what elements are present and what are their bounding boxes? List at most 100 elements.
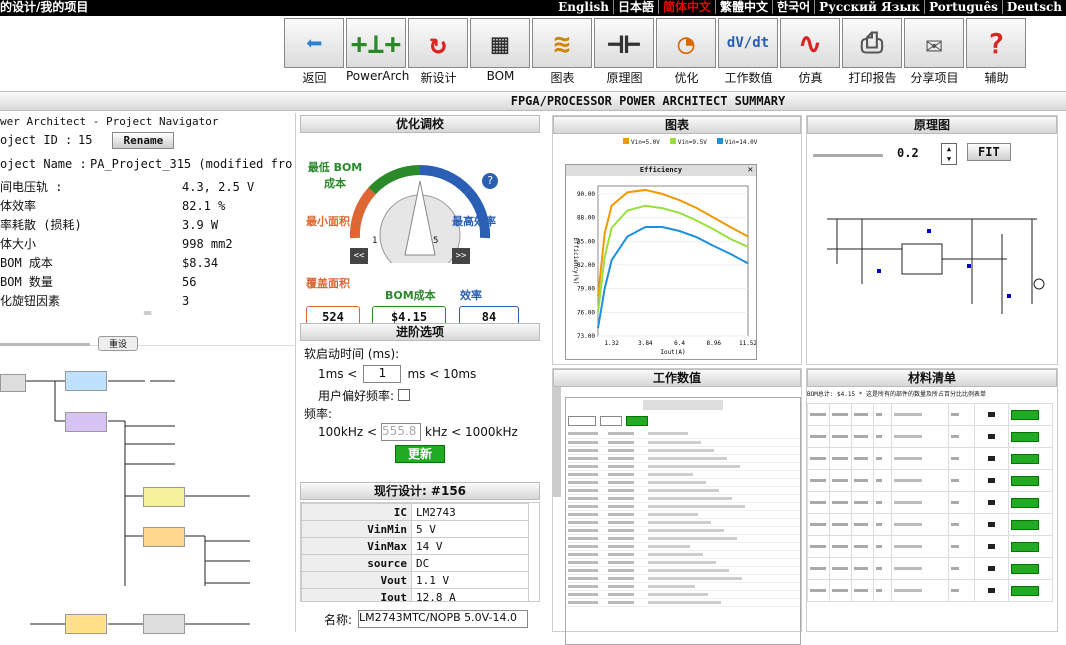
bom-select-button[interactable] xyxy=(1011,586,1040,596)
update-button[interactable]: 更新 xyxy=(394,445,445,463)
operating-values-table xyxy=(566,430,800,607)
toolbar-button-schematic[interactable]: ⊣⊢ 原理图 xyxy=(594,18,655,86)
soft-start-min: 1ms < xyxy=(318,367,358,381)
legend-swatch xyxy=(716,138,723,144)
schematic-diagram[interactable] xyxy=(807,174,1057,354)
optimize-knob-icon[interactable]: ◔ xyxy=(656,18,716,68)
table-row xyxy=(566,446,800,455)
language-option[interactable]: Deutsch xyxy=(1001,0,1066,14)
bom-icon[interactable]: ▦ xyxy=(470,18,530,68)
stat-value: 3 xyxy=(182,293,190,308)
freq-label: 频率: xyxy=(304,407,333,421)
advanced-header: 进阶选项 xyxy=(300,323,540,341)
language-menu: English 日本語 简体中文 繁體中文 한국어 Русский Язык Portugu… xyxy=(554,0,1066,14)
refresh-icon[interactable]: ↻ xyxy=(408,18,468,68)
toolbar-button-optimize-knob[interactable]: ◔ 优化 xyxy=(656,18,717,86)
bom-select-button[interactable] xyxy=(1011,410,1040,420)
bom-select-button[interactable] xyxy=(1011,520,1040,530)
toolbar-button-bom[interactable]: ▦ BOM xyxy=(470,18,531,86)
schematic-zoom-stepper[interactable]: ▲ ▼ xyxy=(941,143,957,165)
table-row: VinMin 5 V xyxy=(301,520,529,538)
language-option[interactable]: 日本語 xyxy=(613,0,658,14)
toolbar-button-share-mail[interactable]: ✉ 分享项目 xyxy=(904,18,965,86)
sine-wave-icon[interactable]: ∿ xyxy=(780,18,840,68)
bom-select-button[interactable] xyxy=(1011,454,1040,464)
bom-cost-label: BOM成本 xyxy=(385,289,436,302)
toolbar-button-chart[interactable]: ≋ 图表 xyxy=(532,18,593,86)
y-axis-label: Efficiency(%) xyxy=(572,238,579,285)
bom-select-button[interactable] xyxy=(1011,564,1040,574)
design-name-input[interactable]: LM2743MTC/NOPB 5.0V-14.0 xyxy=(358,610,528,628)
schematic-panel: 原理图 0.2 ▲ ▼ FIT xyxy=(806,115,1058,365)
freq-input[interactable]: 555.8 xyxy=(381,423,422,441)
back-arrow-icon[interactable]: ⬅ xyxy=(284,18,344,68)
toolbar-label: 新设计 xyxy=(420,71,457,85)
table-row xyxy=(807,469,1053,492)
powerarch-icon[interactable]: +⊥+ xyxy=(346,18,406,68)
table-row xyxy=(566,486,800,495)
toolbar-button-back-arrow[interactable]: ⬅ 返回 xyxy=(284,18,345,86)
table-row xyxy=(566,542,800,551)
soft-start-input[interactable]: 1 xyxy=(363,365,402,383)
language-option[interactable]: 한국어 xyxy=(772,0,814,14)
splitter-grip[interactable]: ═ xyxy=(0,307,295,320)
knob-prev-button[interactable]: << xyxy=(350,248,368,264)
breadcrumb[interactable]: 的设计/我的项目 xyxy=(0,0,88,14)
help-icon[interactable]: ? xyxy=(966,18,1026,68)
knob-next-button[interactable]: >> xyxy=(452,248,470,264)
share-mail-icon[interactable]: ✉ xyxy=(904,18,964,68)
table-row: VinMax 14 V xyxy=(301,537,529,555)
table-row xyxy=(566,430,800,439)
table-row xyxy=(566,454,800,463)
pref-freq-checkbox[interactable] xyxy=(398,389,411,401)
toolbar-button-refresh[interactable]: ↻ 新设计 xyxy=(408,18,469,86)
toolbar-label: 优化 xyxy=(674,71,699,85)
toolbar-button-dvdt[interactable]: dV/dt 工作数值 xyxy=(718,18,779,86)
regulator-node-4[interactable] xyxy=(143,527,185,547)
table-row xyxy=(807,557,1053,580)
bom-select-button[interactable] xyxy=(1011,432,1040,442)
rename-button[interactable]: Rename xyxy=(112,131,175,149)
language-option[interactable]: 繁體中文 xyxy=(715,0,772,14)
table-row xyxy=(566,438,800,447)
legend-item: Vin=9.5V xyxy=(669,138,707,152)
optimize-header: 优化调校 xyxy=(300,115,540,133)
close-icon[interactable]: ✕ xyxy=(748,165,753,175)
language-option[interactable]: Русский Язык xyxy=(814,0,924,14)
source-node[interactable] xyxy=(0,374,26,392)
language-option[interactable]: 简体中文 xyxy=(658,0,715,14)
printer-icon[interactable]: ⎙ xyxy=(842,18,902,68)
chart-icon[interactable]: ≋ xyxy=(532,18,592,68)
schematic-zoom-slider[interactable] xyxy=(813,154,883,157)
help-icon[interactable]: ? xyxy=(482,173,498,189)
toolbar-button-help[interactable]: ? 辅助 xyxy=(966,18,1027,86)
schematic-icon[interactable]: ⊣⊢ xyxy=(594,18,654,68)
regulator-node-3[interactable] xyxy=(143,487,185,507)
table-row xyxy=(566,550,800,559)
regulator-node-6[interactable] xyxy=(143,614,185,634)
bom-header: 材料清单 xyxy=(807,369,1057,387)
fit-button[interactable]: FIT xyxy=(967,143,1011,161)
dvdt-icon[interactable]: dV/dt xyxy=(718,18,778,68)
bom-select-button[interactable] xyxy=(1011,498,1040,508)
param-value: 14 V xyxy=(411,537,529,555)
language-option[interactable]: Português xyxy=(924,0,1002,14)
regulator-node-5[interactable] xyxy=(65,614,107,634)
stat-label: 体效率 xyxy=(0,199,37,213)
toolbar-button-powerarch[interactable]: +⊥+ PowerArch xyxy=(346,18,409,86)
bom-select-button[interactable] xyxy=(1011,542,1040,552)
power-tree-diagram[interactable]: 重设 xyxy=(0,336,296,634)
toolbar-button-sine-wave[interactable]: ∿ 仿真 xyxy=(780,18,841,86)
x-tick-label: 11.52 xyxy=(739,340,756,347)
regulator-node-2[interactable] xyxy=(65,412,107,432)
toolbar-button-printer[interactable]: ⎙ 打印报告 xyxy=(842,18,903,86)
operating-update-button[interactable] xyxy=(626,416,649,426)
regulator-node-1[interactable] xyxy=(65,371,107,391)
schematic-header: 原理图 xyxy=(807,116,1057,134)
bom-select-button[interactable] xyxy=(1011,476,1040,486)
table-row xyxy=(566,582,800,591)
table-row xyxy=(807,579,1053,602)
table-row xyxy=(807,535,1053,558)
language-option[interactable]: English xyxy=(554,0,613,14)
table-row xyxy=(566,502,800,511)
